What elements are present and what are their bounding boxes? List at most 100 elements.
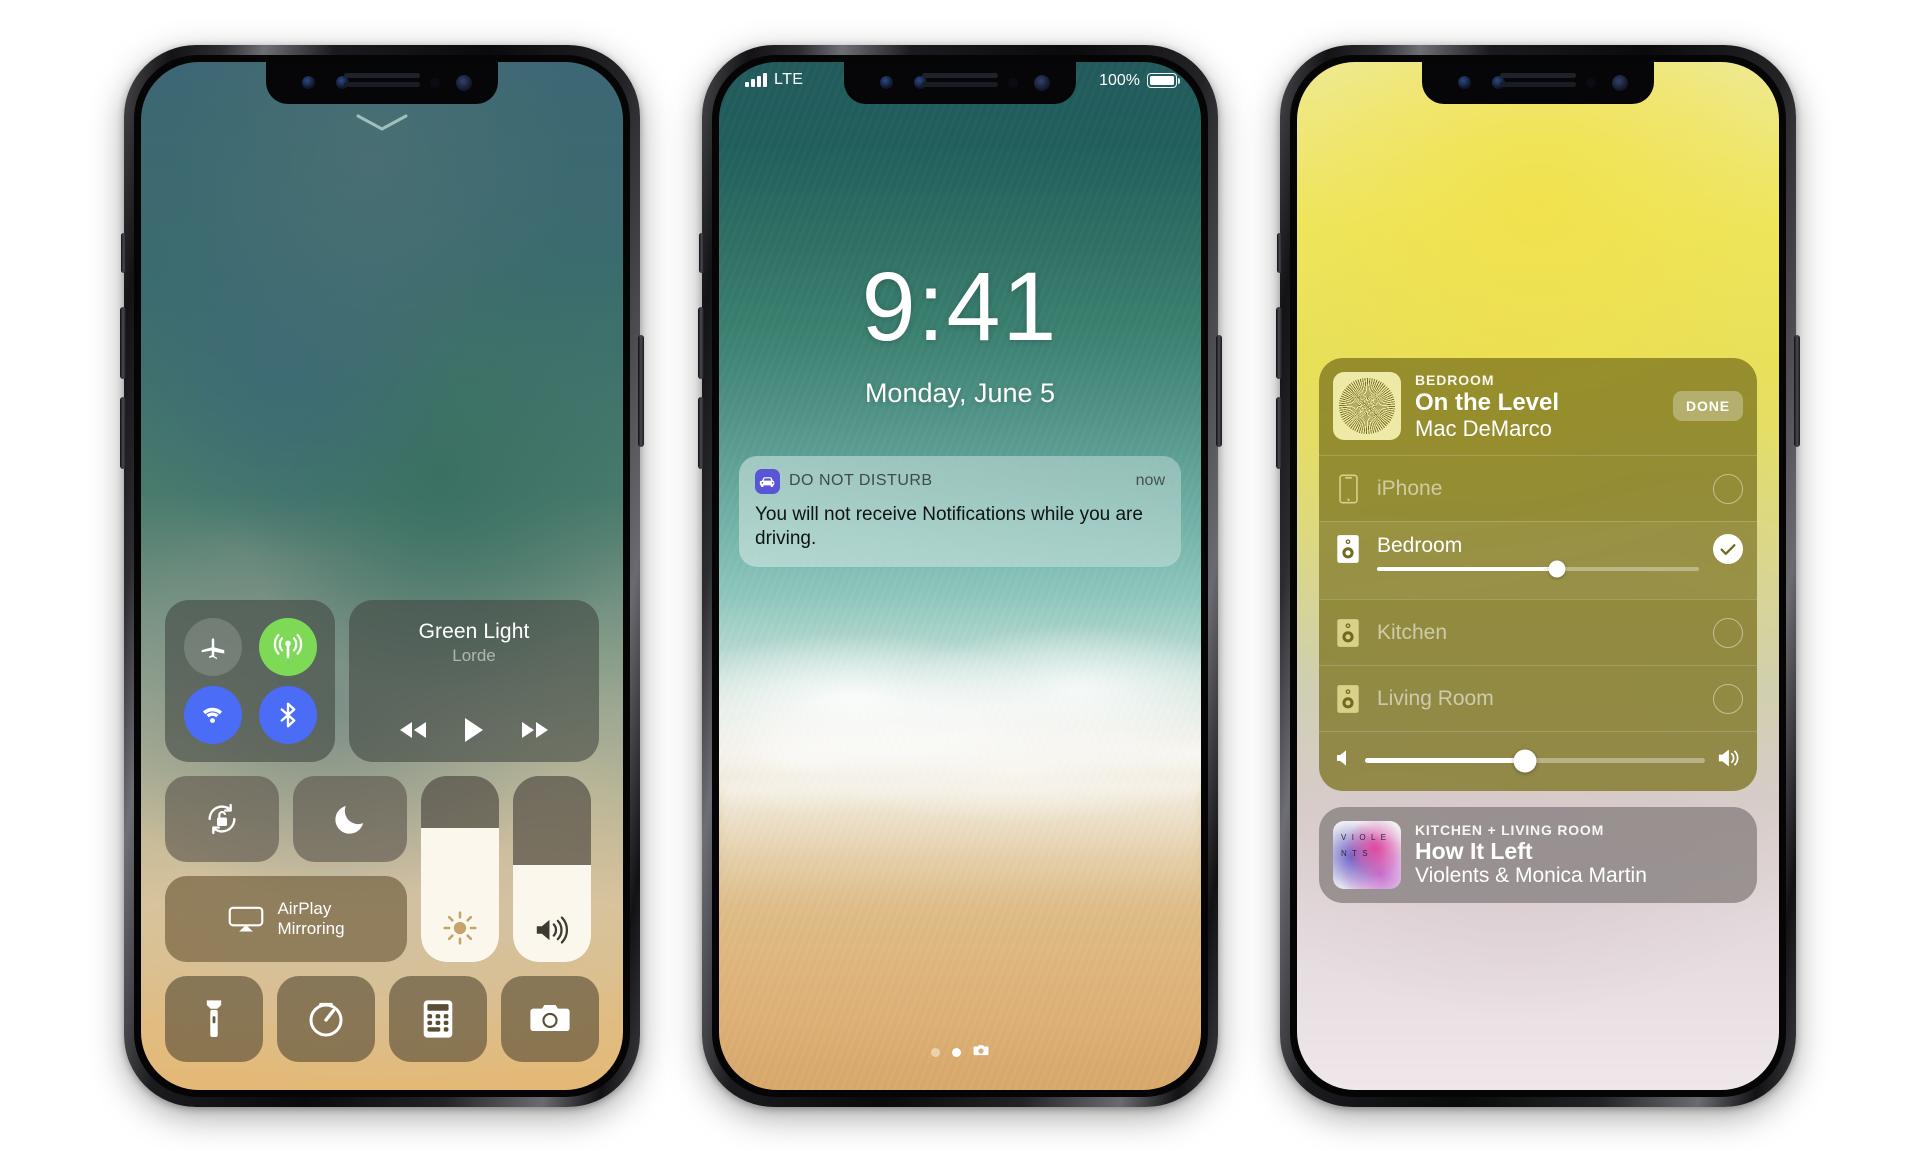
media-controls [397,717,551,748]
slider-group [421,775,591,962]
signal-bars-icon [745,72,767,87]
volume-up-button[interactable] [120,306,126,379]
cellular-data-toggle[interactable] [258,617,317,676]
battery-percent-label: 100% [1099,71,1140,89]
master-volume-slider[interactable] [1365,749,1705,773]
airplay-card: BEDROOM On the Level Mac DeMarco DONE iP… [1319,357,1757,792]
status-bar: LTE 100% [719,62,1201,104]
airplay-panel: BEDROOM On the Level Mac DeMarco DONE iP… [1319,357,1757,904]
connectivity-module [165,599,335,762]
mute-switch[interactable] [1277,232,1282,273]
earpiece-speaker [344,72,420,91]
mute-switch[interactable] [699,232,704,273]
rewind-button[interactable] [397,719,429,746]
airplay-mirroring-button[interactable]: AirPlay Mirroring [165,875,407,962]
media-title: Green Light [418,619,530,643]
airplay-second-card-meta: KITCHEN + LIVING ROOM How It Left Violen… [1415,822,1647,889]
airplay-line1: AirPlay [277,899,332,919]
car-icon [755,468,780,494]
play-button[interactable] [463,717,485,748]
airplay-device-radio[interactable] [1713,683,1743,714]
album-art-how-it-left: V I O L E N T S [1333,821,1401,890]
airplay-track-title: On the Level [1415,388,1560,416]
airplay-second-card[interactable]: V I O L E N T S KITCHEN + LIVING ROOM Ho… [1319,807,1757,904]
airplay-device-iphone[interactable]: iPhone [1319,455,1757,521]
iphone-icon [1333,474,1363,504]
now-playing-module[interactable]: Green Light Lorde [349,599,599,762]
infrared-camera-icon [302,75,315,89]
airplay-device-radio-selected[interactable] [1713,534,1743,565]
phone-airplay: BEDROOM On the Level Mac DeMarco DONE iP… [1276,44,1800,1107]
airplay-device-radio[interactable] [1713,617,1743,648]
brightness-slider[interactable] [421,775,499,962]
airplay-now-playing: BEDROOM On the Level Mac DeMarco DONE [1319,358,1757,456]
lock-screen-date: Monday, June 5 [864,377,1056,408]
media-artist: Lorde [452,645,496,665]
wifi-toggle[interactable] [183,685,242,744]
volume-down-button[interactable] [698,396,704,469]
volume-up-button[interactable] [1276,306,1282,379]
notification-time: now [1135,472,1165,489]
side-button[interactable] [638,334,644,447]
bluetooth-toggle[interactable] [258,685,317,744]
chevron-down-icon[interactable] [356,114,408,132]
airplay-device-kitchen[interactable]: Kitchen [1319,599,1757,665]
airplay-second-track-artist: Violents & Monica Martin [1415,864,1647,888]
front-camera-icon [456,74,472,91]
rewind-icon [400,721,426,738]
camera-icon[interactable] [973,1044,989,1062]
airplay-room-label: BEDROOM [1415,371,1495,388]
flashlight-icon [206,999,222,1037]
speaker-wave-icon [536,915,569,944]
notification-app-name: DO NOT DISTURB [789,472,933,489]
control-center-middle-row: AirPlay Mirroring [165,775,599,962]
page-dot[interactable] [931,1048,940,1057]
status-bar-left: LTE [745,71,803,87]
control-center-small-tiles [165,775,407,862]
done-button[interactable]: DONE [1672,391,1743,422]
master-volume-row [1319,731,1757,791]
speaker-icon [1333,684,1363,714]
side-button[interactable] [1216,334,1222,447]
airplay-device-living-room[interactable]: Living Room [1319,665,1757,731]
airplay-device-volume-slider[interactable] [1377,560,1699,578]
airplay-device-radio[interactable] [1713,473,1743,504]
airplay-second-room-label: KITCHEN + LIVING ROOM [1415,821,1605,838]
fast-forward-button[interactable] [519,719,551,746]
brightness-icon [421,910,499,946]
flashlight-button[interactable] [165,975,263,1062]
rotation-lock-toggle[interactable] [165,775,279,862]
mute-switch[interactable] [121,232,126,273]
album-art-on-the-level [1333,372,1401,441]
volume-down-button[interactable] [120,396,126,469]
phone-bezel: Green Light Lorde AirPlay Mirroring [134,54,630,1097]
proximity-sensor-icon [1586,77,1596,88]
notification-body: You will not receive Notifications while… [755,503,1143,549]
screen: BEDROOM On the Level Mac DeMarco DONE iP… [1297,61,1779,1090]
phone-bezel: LTE 100% 9:41 Monday, June 5 DO NOT DIST… [712,54,1208,1097]
battery-full-icon [1147,73,1181,88]
control-center-left-column: AirPlay Mirroring [165,775,407,962]
airplane-mode-toggle[interactable] [183,617,242,676]
timer-icon [309,1002,343,1037]
control-center-top-row: Green Light Lorde [165,599,599,762]
side-button[interactable] [1794,334,1800,447]
do-not-disturb-toggle[interactable] [293,775,407,862]
airplay-device-name: Bedroom [1377,534,1463,558]
timer-button[interactable] [277,975,375,1062]
airplay-device-list: iPhone Bedroom Kitchen Living Room [1319,455,1757,731]
wifi-icon [202,707,223,724]
airplay-line2: Mirroring [277,918,345,938]
page-dot-active[interactable] [952,1048,961,1057]
volume-down-button[interactable] [1276,396,1282,469]
calculator-button[interactable] [389,975,487,1062]
volume-up-button[interactable] [698,306,704,379]
volume-slider[interactable] [513,775,591,962]
notification-banner[interactable]: DO NOT DISTURB now You will not receive … [739,455,1181,568]
camera-button[interactable] [501,975,599,1062]
moon-icon [335,805,364,834]
airplay-now-playing-meta: BEDROOM On the Level Mac DeMarco [1415,372,1659,442]
speaker-icon [1337,535,1359,564]
airplay-mirroring-label: AirPlay Mirroring [277,899,344,937]
airplay-device-bedroom[interactable]: Bedroom [1319,521,1757,600]
